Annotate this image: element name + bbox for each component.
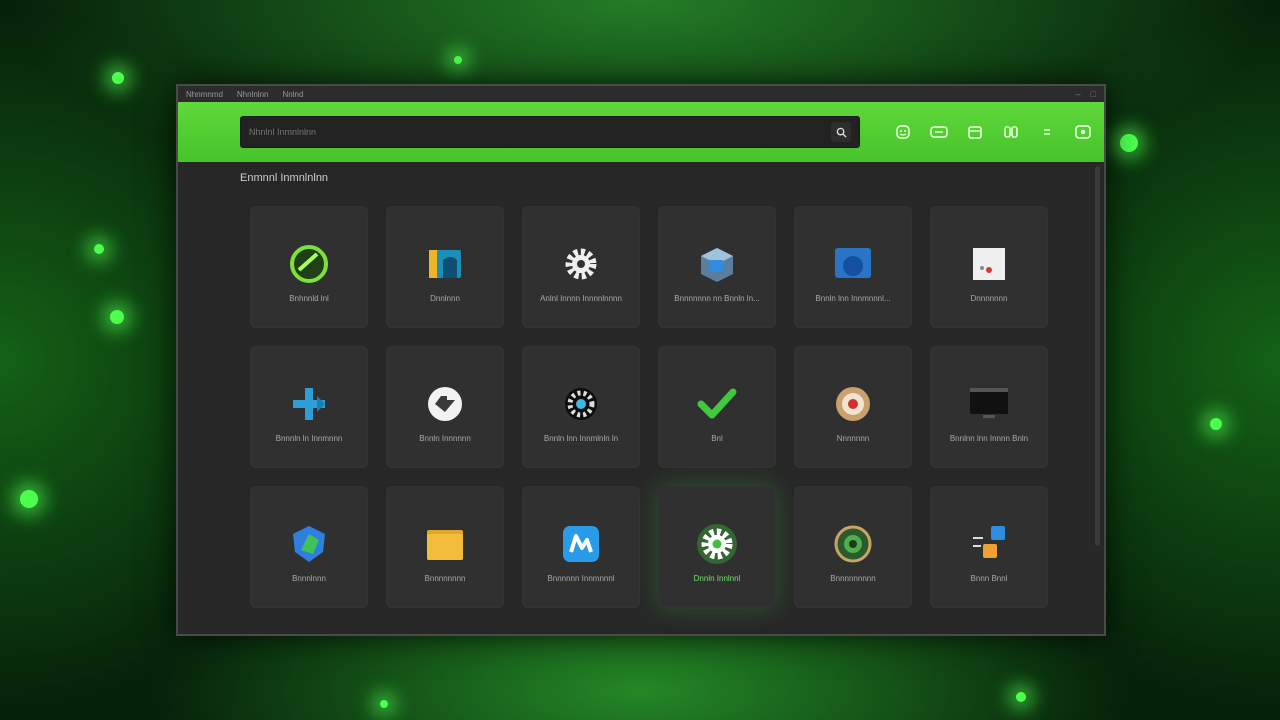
app-tile[interactable]: Bnhnnld lnl (250, 206, 368, 328)
bokeh-light (110, 310, 124, 324)
app-label: Anlnl Innnn Innnnlnnnn (540, 294, 622, 303)
cog-icon (559, 382, 603, 426)
app-label: Bnnln lnn Innmlnln ln (543, 434, 619, 443)
app-label: Bnnnnnnnn (424, 574, 466, 583)
menu-item[interactable]: Nnlnd (282, 90, 303, 99)
calendar-icon[interactable] (966, 124, 984, 140)
globe-icon (831, 522, 875, 566)
app-tile[interactable]: Bnnnlnnn (250, 486, 368, 608)
gear-icon (559, 242, 603, 286)
toolbar-icons (894, 124, 1092, 140)
toolbar (178, 102, 1104, 162)
app-tile[interactable]: Bnnnnnnnn (386, 486, 504, 608)
app-label: Dnnnnnnn (970, 294, 1008, 303)
search-icon[interactable] (831, 122, 851, 142)
monitor-icon (967, 382, 1011, 426)
app-tile[interactable]: Dnnlnnn (386, 206, 504, 328)
blue-box-icon (831, 242, 875, 286)
emoji-icon[interactable] (894, 124, 912, 140)
app-tile[interactable]: Dnnnnnnn (930, 206, 1048, 328)
search-bar (240, 116, 860, 148)
app-label: Bnnnnnn Innmnnnl (547, 574, 615, 583)
hash-icon[interactable] (1038, 124, 1056, 140)
app-tile[interactable]: Bnnln lnn Innmlnln ln (522, 346, 640, 468)
bokeh-light (20, 490, 38, 508)
app-tile[interactable]: Bnnln lnn Innmnnnl... (794, 206, 912, 328)
menu-item[interactable]: Nhnmnmd (186, 90, 223, 99)
app-tile[interactable]: Nnnnnnn (794, 346, 912, 468)
chat-icon[interactable] (930, 124, 948, 140)
app-tile[interactable]: Bnnnln ln Innmnnn (250, 346, 368, 468)
app-tile[interactable]: Bnnnnnnnnn (794, 486, 912, 608)
app-label: Bnnnnnnnnn (830, 574, 876, 583)
maximize-icon[interactable]: □ (1091, 89, 1096, 99)
app-label: Bnnnlnnn (292, 574, 326, 583)
app-tile[interactable]: Bnnlnn lnn Innnn Bnln (930, 346, 1048, 468)
cube-icon (695, 242, 739, 286)
minimize-icon[interactable]: – (1076, 89, 1081, 99)
bokeh-light (454, 56, 462, 64)
network-icon (967, 522, 1011, 566)
app-label: Nnnnnnn (836, 434, 870, 443)
app-tile[interactable]: Dnnln Innlnnl (658, 486, 776, 608)
scrollbar[interactable] (1095, 166, 1100, 546)
plus-icon (287, 382, 331, 426)
menu-item[interactable]: Nhnlnlnn (237, 90, 269, 99)
app-tile[interactable]: Bnnnnnnn nn Bnnln ln... (658, 206, 776, 328)
folder-icon (423, 522, 467, 566)
app-tile[interactable]: Anlnl Innnn Innnnlnnnn (522, 206, 640, 328)
app-label: Bnl (711, 434, 723, 443)
app-label: Bnnnnnnn nn Bnnln ln... (674, 294, 760, 303)
app-tile[interactable]: Bnnln Innnnnn (386, 346, 504, 468)
app-label: Bnnn Bnnl (970, 574, 1008, 583)
title-bar: Nhnmnmd Nhnlnlnn Nnlnd – □ (178, 86, 1104, 102)
app-label: Dnnlnnn (430, 294, 460, 303)
section-title: Enmnnl Inmnlnlnn (240, 172, 329, 184)
checkmark-icon (695, 382, 739, 426)
bokeh-light (380, 700, 388, 708)
green-circle-icon (287, 242, 331, 286)
settings-gear-icon (695, 522, 739, 566)
app-label: Bnnlnn lnn Innnn Bnln (949, 434, 1029, 443)
photo-app-icon (559, 522, 603, 566)
shield-icon (287, 522, 331, 566)
app-window: Nhnmnmd Nhnlnlnn Nnlnd – □ Nhnlnl Inmnln… (176, 84, 1106, 636)
download-icon (423, 382, 467, 426)
app-label: Dnnln Innlnnl (693, 574, 741, 583)
app-tile[interactable]: Bnnnnnn Innmnnnl (522, 486, 640, 608)
search-input[interactable] (249, 127, 831, 137)
settings-icon[interactable] (1074, 124, 1092, 140)
app-label: Bnhnnld lnl (289, 294, 329, 303)
window-controls: – □ (1076, 89, 1104, 99)
apps-icon[interactable] (1002, 124, 1020, 140)
folder-book-icon (423, 242, 467, 286)
bokeh-light (1120, 134, 1138, 152)
bokeh-light (112, 72, 124, 84)
app-grid: Bnhnnld lnl Dnnlnnn Anlnl Innnn Innnnlnn… (250, 206, 1048, 608)
bokeh-light (94, 244, 104, 254)
app-tile[interactable]: Bnl (658, 346, 776, 468)
bokeh-light (1016, 692, 1026, 702)
app-label: Bnnnln ln Innmnnn (275, 434, 343, 443)
app-label: Bnnln Innnnnn (419, 434, 471, 443)
bokeh-light (1210, 418, 1222, 430)
app-tile[interactable]: Bnnn Bnnl (930, 486, 1048, 608)
app-label: Bnnln lnn Innmnnnl... (815, 294, 891, 303)
document-icon (967, 242, 1011, 286)
target-icon (831, 382, 875, 426)
